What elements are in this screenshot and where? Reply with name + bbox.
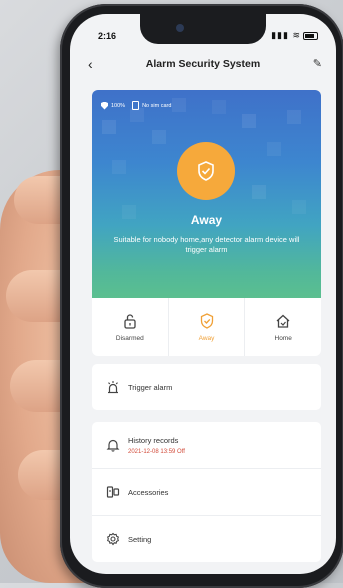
history-records-row[interactable]: History records 2021-12-08 13:59 Off (92, 422, 321, 468)
notch (140, 14, 266, 44)
accessories-label: Accessories (128, 487, 169, 497)
edit-icon[interactable]: ✎ (313, 57, 322, 70)
siren-icon (106, 380, 120, 394)
mode-away-label: Away (198, 334, 215, 342)
accessories-row[interactable]: Accessories (92, 468, 321, 515)
device-icon (106, 485, 120, 499)
history-text: History records 2021-12-08 13:59 Off (128, 436, 185, 455)
gear-icon (106, 532, 120, 546)
camera (176, 24, 184, 32)
menu-card: History records 2021-12-08 13:59 Off Acc… (92, 422, 321, 562)
sim-status: No sim card (142, 102, 172, 109)
mode-home-button[interactable]: Home (244, 298, 321, 356)
status-icons: ▮▮▮ ≋ (271, 30, 318, 41)
shield-check-icon (198, 161, 214, 181)
device-status: 100% No sim card (101, 101, 171, 110)
battery-icon (303, 31, 318, 40)
setting-label: Setting (128, 534, 152, 544)
setting-row[interactable]: Setting (92, 515, 321, 562)
bell-icon (106, 438, 120, 452)
battery-level: 100% (111, 102, 126, 109)
trigger-alarm-label: Trigger alarm (128, 382, 173, 392)
history-last-event: 2021-12-08 13:59 Off (128, 448, 185, 455)
current-mode-description: Suitable for nobody home,any detector al… (113, 235, 300, 254)
mode-disarmed-button[interactable]: Disarmed (92, 298, 168, 356)
home-icon (276, 314, 290, 328)
current-mode-badge (177, 142, 235, 200)
trigger-alarm-card: Trigger alarm (92, 364, 321, 410)
mode-home-label: Home (274, 334, 292, 342)
lock-open-icon (124, 313, 136, 329)
phone-screen: 2:16 ▮▮▮ ≋ ‹ Alarm Security System ✎ 100… (70, 14, 336, 574)
status-time: 2:16 (98, 31, 117, 41)
signal-wifi-icon: ▮▮▮ ≋ (271, 30, 301, 40)
mode-away-button[interactable]: Away (167, 298, 245, 356)
mode-disarmed-label: Disarmed (115, 334, 144, 342)
history-records-label: History records (128, 435, 179, 445)
trigger-alarm-row[interactable]: Trigger alarm (92, 364, 321, 410)
page-title: Alarm Security System (145, 58, 261, 70)
shield-icon (200, 312, 213, 329)
status-panel: 100% No sim card Away Suitable for nobod… (92, 90, 321, 298)
nav-bar: ‹ Alarm Security System ✎ (70, 54, 336, 76)
battery-shield-icon (101, 101, 108, 110)
sim-card-icon (132, 101, 140, 110)
current-mode-name: Away (190, 213, 223, 227)
mode-selector: Disarmed Away Home (92, 298, 321, 356)
